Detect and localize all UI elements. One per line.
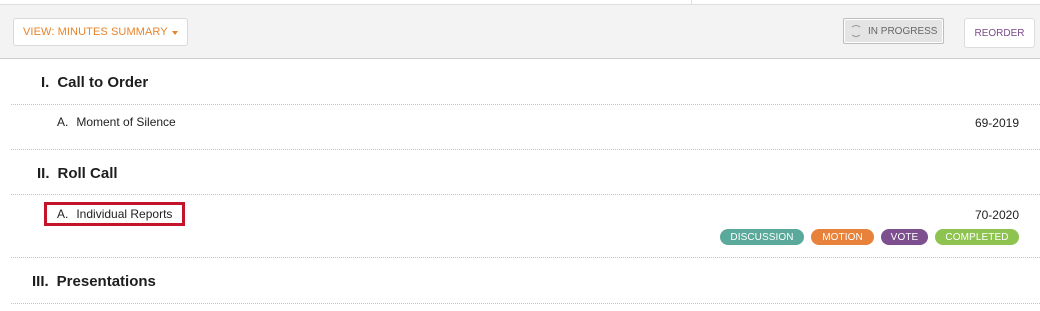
- in-progress-label: IN PROGRESS: [868, 25, 938, 37]
- view-selector-label: VIEW: MINUTES SUMMARY: [23, 26, 168, 38]
- item-letter: A.: [57, 115, 69, 129]
- section-numeral: III.: [32, 273, 49, 290]
- reorder-label: REORDER: [974, 27, 1025, 39]
- item-row-individual-reports[interactable]: A. Individual Reports 70-2020: [0, 195, 1040, 258]
- section-title: II. Roll Call: [37, 165, 118, 182]
- section-numeral: II.: [37, 165, 50, 182]
- view-selector-button[interactable]: VIEW: MINUTES SUMMARY: [13, 18, 188, 46]
- caret-down-icon: [172, 31, 178, 35]
- section-title: I. Call to Order: [41, 74, 148, 91]
- section-row-presentations[interactable]: III. Presentations: [0, 258, 1040, 304]
- tag-completed[interactable]: COMPLETED: [935, 229, 1019, 245]
- reorder-button[interactable]: REORDER: [964, 18, 1035, 48]
- section-title: III. Presentations: [32, 273, 156, 290]
- tag-motion[interactable]: MOTION: [811, 229, 874, 245]
- item-tags: DISCUSSION MOTION VOTE COMPLETED: [720, 229, 1019, 245]
- item-title: A. Individual Reports: [57, 207, 172, 221]
- item-number: 70-2020: [974, 208, 1019, 222]
- tag-vote[interactable]: VOTE: [881, 229, 928, 245]
- item-title-text: Moment of Silence: [76, 115, 176, 129]
- item-number: 69-2019: [974, 116, 1019, 130]
- refresh-icon: [850, 25, 862, 37]
- section-title-text: Roll Call: [57, 165, 118, 182]
- item-title-text: Individual Reports: [76, 207, 173, 221]
- section-title-text: Presentations: [56, 273, 156, 290]
- in-progress-button[interactable]: IN PROGRESS: [843, 18, 944, 44]
- item-title: A. Moment of Silence: [57, 115, 176, 129]
- item-letter: A.: [57, 207, 69, 221]
- agenda-toolbar: VIEW: MINUTES SUMMARY IN PROGRESS REORDE…: [0, 5, 1040, 59]
- section-numeral: I.: [41, 74, 50, 91]
- tag-discussion[interactable]: DISCUSSION: [720, 229, 804, 245]
- item-row-moment-of-silence[interactable]: A. Moment of Silence 69-2019: [0, 105, 1040, 150]
- section-row-roll-call[interactable]: II. Roll Call: [0, 150, 1040, 195]
- section-row-call-to-order[interactable]: I. Call to Order: [0, 60, 1040, 105]
- section-title-text: Call to Order: [57, 74, 149, 91]
- row-divider: [11, 303, 1040, 304]
